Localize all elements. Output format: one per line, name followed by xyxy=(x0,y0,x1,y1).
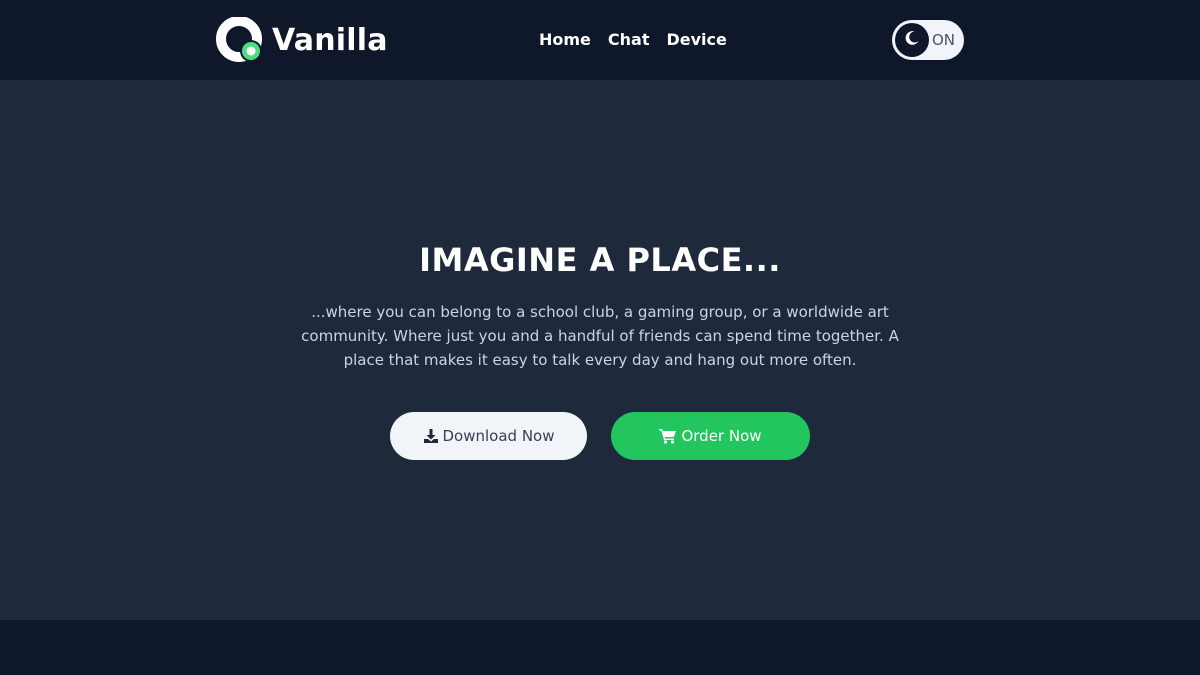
order-button-label: Order Now xyxy=(681,427,762,445)
hero-section: IMAGINE A PLACE... ...where you can belo… xyxy=(0,80,1200,620)
main-nav: Home Chat Device xyxy=(539,29,744,51)
order-button[interactable]: Order Now xyxy=(611,412,810,460)
cart-icon xyxy=(659,428,677,444)
nav-item-chat[interactable]: Chat xyxy=(608,29,650,51)
toggle-knob xyxy=(895,23,929,57)
brand-name: Vanilla xyxy=(272,23,388,58)
toggle-label: ON xyxy=(932,31,956,49)
download-button[interactable]: Download Now xyxy=(390,412,587,460)
moon-icon xyxy=(904,30,920,50)
site-header: Vanilla Home Chat Device ON xyxy=(0,0,1200,80)
nav-item-home[interactable]: Home xyxy=(539,29,591,51)
footer-band xyxy=(0,620,1200,675)
brand-link[interactable]: Vanilla xyxy=(216,17,388,65)
download-icon xyxy=(423,428,439,444)
download-button-label: Download Now xyxy=(442,427,555,445)
hero-title: IMAGINE A PLACE... xyxy=(419,241,781,279)
vanilla-logo-icon xyxy=(216,17,264,65)
theme-toggle[interactable]: ON xyxy=(892,20,964,60)
hero-description: ...where you can belong to a school club… xyxy=(301,303,899,369)
nav-item-device[interactable]: Device xyxy=(666,29,726,51)
